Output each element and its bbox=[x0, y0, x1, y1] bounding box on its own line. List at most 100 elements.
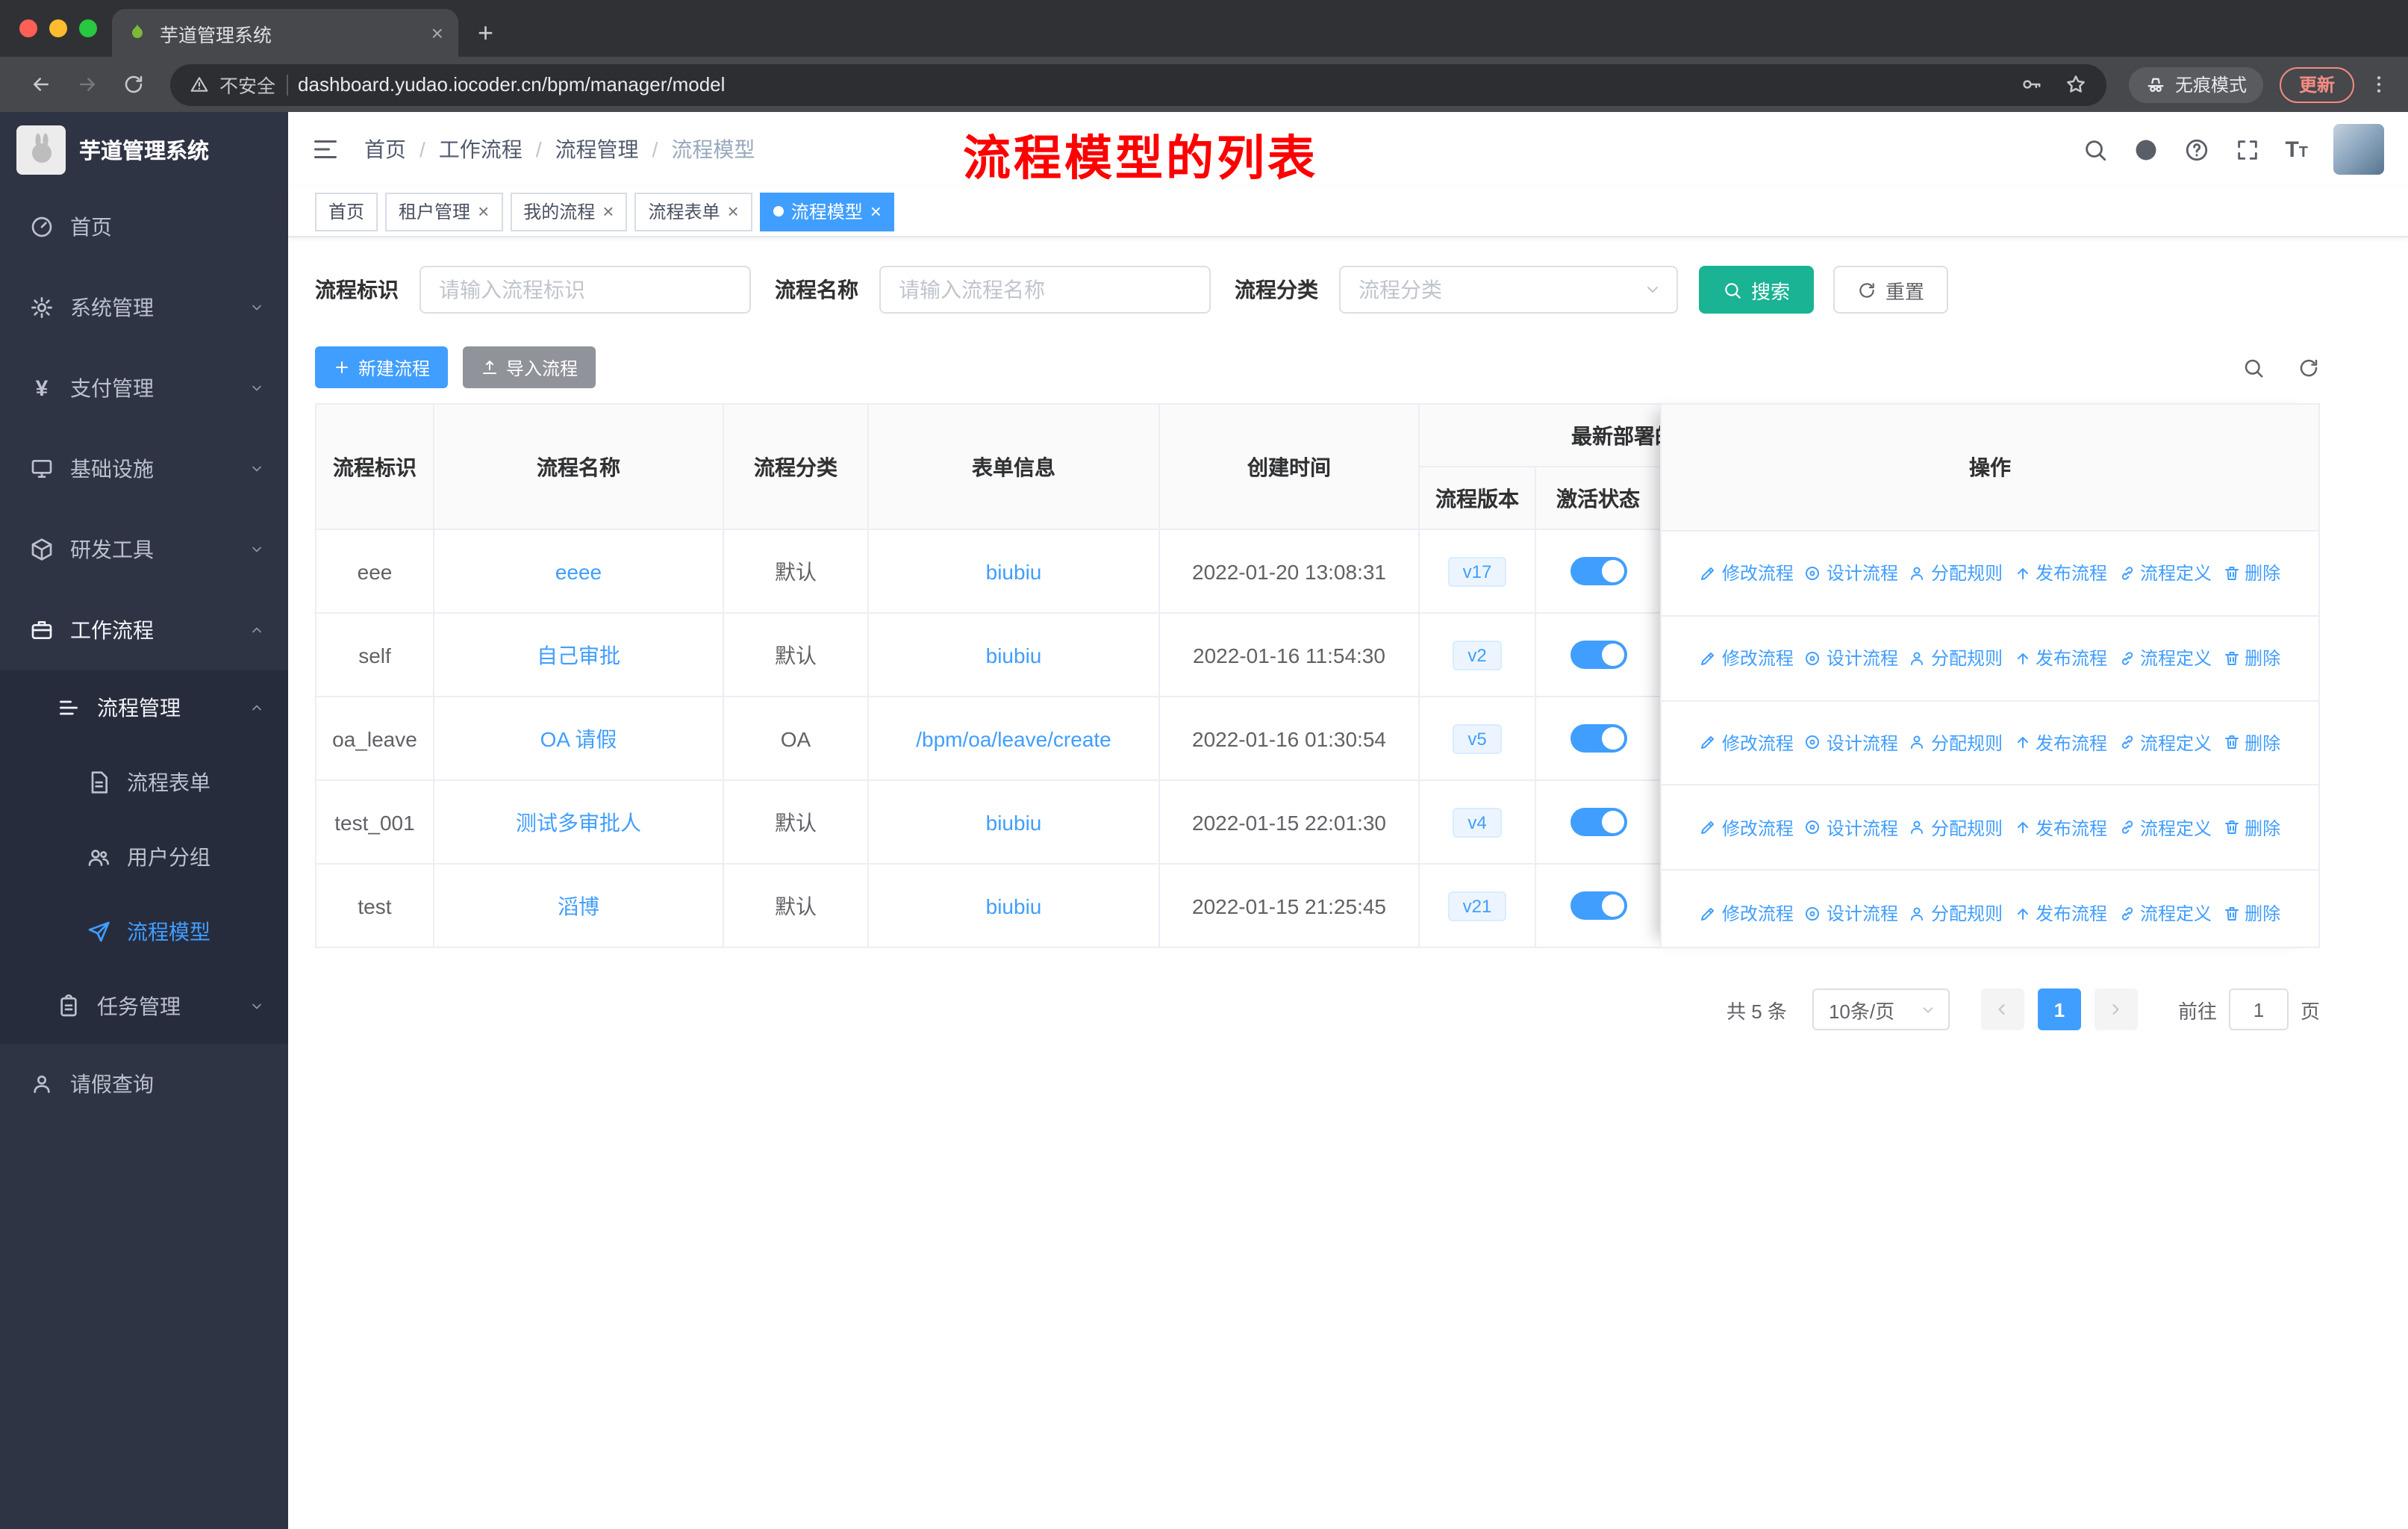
design-process-link[interactable]: 设计流程 bbox=[1804, 730, 1898, 756]
assign-rule-link[interactable]: 分配规则 bbox=[1909, 645, 2003, 670]
active-toggle[interactable] bbox=[1570, 891, 1626, 920]
browser-update-button[interactable]: 更新 bbox=[2279, 66, 2354, 102]
publish-process-link[interactable]: 发布流程 bbox=[2013, 815, 2107, 841]
page-size-select[interactable]: 10条/页 bbox=[1812, 988, 1950, 1030]
font-size-icon[interactable]: TT bbox=[2285, 138, 2308, 161]
tag-process-model[interactable]: 流程模型 × bbox=[759, 192, 895, 231]
maximize-window-button[interactable] bbox=[79, 19, 97, 37]
publish-process-link[interactable]: 发布流程 bbox=[2013, 561, 2107, 586]
tag-tenant[interactable]: 租户管理 × bbox=[385, 192, 503, 231]
edit-process-link[interactable]: 修改流程 bbox=[1700, 900, 1794, 926]
design-process-link[interactable]: 设计流程 bbox=[1804, 900, 1898, 926]
category-select[interactable]: 流程分类 bbox=[1339, 266, 1678, 314]
delete-process-link[interactable]: 删除 bbox=[2222, 645, 2280, 670]
forward-button[interactable] bbox=[76, 73, 99, 96]
sidebar-item-payment[interactable]: ¥ 支付管理 bbox=[0, 348, 288, 429]
reset-button[interactable]: 重置 bbox=[1833, 266, 1949, 314]
publish-process-link[interactable]: 发布流程 bbox=[2013, 900, 2107, 926]
sidebar-item-task-mgmt[interactable]: 任务管理 bbox=[0, 969, 288, 1044]
delete-process-link[interactable]: 删除 bbox=[2222, 561, 2280, 586]
tab-close-icon[interactable]: × bbox=[431, 22, 443, 43]
form-info-link[interactable]: biubiu bbox=[986, 810, 1042, 834]
active-toggle[interactable] bbox=[1570, 641, 1626, 669]
process-definition-link[interactable]: 流程定义 bbox=[2118, 900, 2212, 926]
key-icon[interactable] bbox=[2020, 73, 2042, 96]
goto-page-input[interactable] bbox=[2228, 988, 2289, 1030]
sidebar-item-process-form[interactable]: 流程表单 bbox=[0, 745, 288, 820]
assign-rule-link[interactable]: 分配规则 bbox=[1909, 815, 2003, 841]
edit-process-link[interactable]: 修改流程 bbox=[1700, 561, 1794, 586]
process-definition-link[interactable]: 流程定义 bbox=[2118, 815, 2212, 841]
active-toggle[interactable] bbox=[1570, 724, 1626, 753]
prev-page-button[interactable] bbox=[1980, 988, 2024, 1030]
breadcrumb-item[interactable]: 流程管理 bbox=[555, 134, 639, 164]
assign-rule-link[interactable]: 分配规则 bbox=[1909, 730, 2003, 756]
process-key-input[interactable] bbox=[419, 266, 751, 314]
search-button[interactable]: 搜索 bbox=[1699, 266, 1815, 314]
delete-process-link[interactable]: 删除 bbox=[2222, 900, 2280, 926]
github-icon[interactable] bbox=[2133, 137, 2158, 162]
close-icon[interactable]: × bbox=[728, 202, 739, 221]
fullscreen-icon[interactable] bbox=[2234, 137, 2259, 162]
import-process-button[interactable]: 导入流程 bbox=[463, 346, 596, 388]
publish-process-link[interactable]: 发布流程 bbox=[2013, 645, 2107, 670]
tag-home[interactable]: 首页 bbox=[315, 192, 378, 231]
current-page-button[interactable]: 1 bbox=[2037, 988, 2081, 1030]
browser-tab[interactable]: 芋道管理系统 × bbox=[112, 9, 458, 57]
sidebar-item-home[interactable]: 首页 bbox=[0, 187, 288, 267]
form-info-link[interactable]: /bpm/oa/leave/create bbox=[916, 726, 1111, 750]
tag-my-process[interactable]: 我的流程 × bbox=[510, 192, 628, 231]
assign-rule-link[interactable]: 分配规则 bbox=[1909, 900, 2003, 926]
process-definition-link[interactable]: 流程定义 bbox=[2118, 645, 2212, 670]
sidebar-item-leave-query[interactable]: 请假查询 bbox=[0, 1044, 288, 1124]
sidebar-item-process-model[interactable]: 流程模型 bbox=[0, 894, 288, 969]
edit-process-link[interactable]: 修改流程 bbox=[1700, 645, 1794, 670]
tag-process-form[interactable]: 流程表单 × bbox=[634, 192, 752, 231]
url-bar[interactable]: 不安全 dashboard.yudao.iocoder.cn/bpm/manag… bbox=[170, 63, 2106, 105]
active-toggle[interactable] bbox=[1570, 557, 1626, 585]
sidebar-item-workflow[interactable]: 工作流程 bbox=[0, 590, 288, 670]
design-process-link[interactable]: 设计流程 bbox=[1804, 645, 1898, 670]
publish-process-link[interactable]: 发布流程 bbox=[2013, 730, 2107, 756]
next-page-button[interactable] bbox=[2094, 988, 2138, 1030]
sidebar-collapse-icon[interactable] bbox=[312, 136, 339, 163]
process-definition-link[interactable]: 流程定义 bbox=[2118, 730, 2212, 756]
version-badge[interactable]: v21 bbox=[1447, 891, 1507, 921]
browser-menu-icon[interactable] bbox=[2368, 73, 2390, 96]
form-info-link[interactable]: biubiu bbox=[986, 559, 1042, 583]
design-process-link[interactable]: 设计流程 bbox=[1804, 561, 1898, 586]
show-search-icon[interactable] bbox=[2242, 356, 2265, 379]
breadcrumb-item[interactable]: 工作流程 bbox=[439, 134, 523, 164]
sidebar-item-devtools[interactable]: 研发工具 bbox=[0, 509, 288, 590]
sidebar-item-process-mgmt[interactable]: 流程管理 bbox=[0, 670, 288, 745]
breadcrumb-item[interactable]: 首页 bbox=[364, 134, 406, 164]
bookmark-star-icon[interactable] bbox=[2065, 73, 2087, 96]
active-toggle[interactable] bbox=[1570, 808, 1626, 836]
form-info-link[interactable]: biubiu bbox=[986, 894, 1042, 918]
process-name-link[interactable]: OA 请假 bbox=[540, 726, 617, 750]
design-process-link[interactable]: 设计流程 bbox=[1804, 815, 1898, 841]
sidebar-item-system[interactable]: 系统管理 bbox=[0, 267, 288, 348]
close-icon[interactable]: × bbox=[602, 202, 614, 221]
version-badge[interactable]: v17 bbox=[1447, 556, 1507, 586]
close-icon[interactable]: × bbox=[478, 202, 489, 221]
process-name-link[interactable]: eeee bbox=[555, 559, 602, 583]
minimize-window-button[interactable] bbox=[49, 19, 67, 37]
sidebar-item-user-group[interactable]: 用户分组 bbox=[0, 820, 288, 894]
process-name-link[interactable]: 自己审批 bbox=[537, 643, 620, 667]
user-avatar[interactable] bbox=[2333, 124, 2384, 175]
sidebar-item-infrastructure[interactable]: 基础设施 bbox=[0, 429, 288, 509]
reload-button[interactable] bbox=[122, 73, 145, 96]
create-process-button[interactable]: 新建流程 bbox=[315, 346, 449, 388]
delete-process-link[interactable]: 删除 bbox=[2222, 815, 2280, 841]
close-window-button[interactable] bbox=[19, 19, 37, 37]
assign-rule-link[interactable]: 分配规则 bbox=[1909, 561, 2003, 586]
process-name-input[interactable] bbox=[879, 266, 1211, 314]
version-badge[interactable]: v5 bbox=[1453, 723, 1502, 753]
process-name-link[interactable]: 测试多审批人 bbox=[516, 810, 641, 834]
close-icon[interactable]: × bbox=[870, 202, 882, 221]
edit-process-link[interactable]: 修改流程 bbox=[1700, 815, 1794, 841]
version-badge[interactable]: v4 bbox=[1453, 807, 1502, 837]
back-button[interactable] bbox=[30, 73, 52, 96]
new-tab-button[interactable]: + bbox=[478, 19, 493, 46]
